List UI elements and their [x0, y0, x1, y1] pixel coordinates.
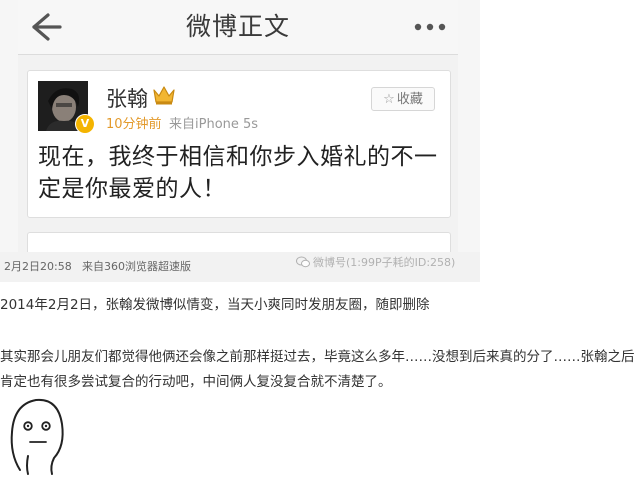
post-source: 来自iPhone 5s	[169, 117, 259, 132]
post-time: 10分钟前	[106, 117, 162, 132]
author-name[interactable]: 张翰	[106, 83, 148, 113]
phone-edge-left	[0, 0, 18, 252]
watermark: 微博号(1:99P子耗的ID:258)	[296, 254, 455, 270]
verified-badge: V	[75, 114, 95, 134]
nav-bar: 微博正文	[18, 0, 458, 55]
article-paragraph: 其实那会儿朋友们都觉得他俩还会像之前那样挺过去，毕竟这么多年……没想到后来真的分…	[0, 349, 635, 390]
star-icon: ☆	[383, 92, 395, 107]
phone-edge-right	[458, 0, 480, 252]
favorite-label: 收藏	[396, 92, 423, 107]
meta-date: 2月2日20:58	[4, 260, 72, 273]
back-arrow-icon[interactable]	[26, 9, 66, 45]
image-caption: 2014年2月2日，张翰发微博似情变，当天小爽同时发朋友圈，随即删除	[0, 297, 430, 313]
weibo-post-card: V 张翰 10分钟前 来自iPhone 5s ☆ 收藏 现在，我终于相信和你步入婚…	[27, 70, 451, 218]
favorite-button[interactable]: ☆ 收藏	[371, 87, 435, 111]
watermark-text: 微博号(1:99P子耗的ID:258)	[313, 256, 456, 269]
nav-title: 微博正文	[185, 12, 290, 41]
wechat-icon	[296, 256, 310, 268]
meta-client: 来自360浏览器超速版	[82, 260, 191, 273]
crown-icon	[153, 86, 175, 105]
blank-face-meme-icon	[10, 398, 64, 475]
weibo-screenshot: 微博正文 V 张翰 10分钟前 来自iPhone 5s ☆ 收藏 现在，我终于相…	[0, 0, 480, 282]
more-dots-icon[interactable]	[412, 16, 448, 38]
post-body: 现在，我终于相信和你步入婚礼的不一定是你最爱的人！	[38, 144, 438, 202]
